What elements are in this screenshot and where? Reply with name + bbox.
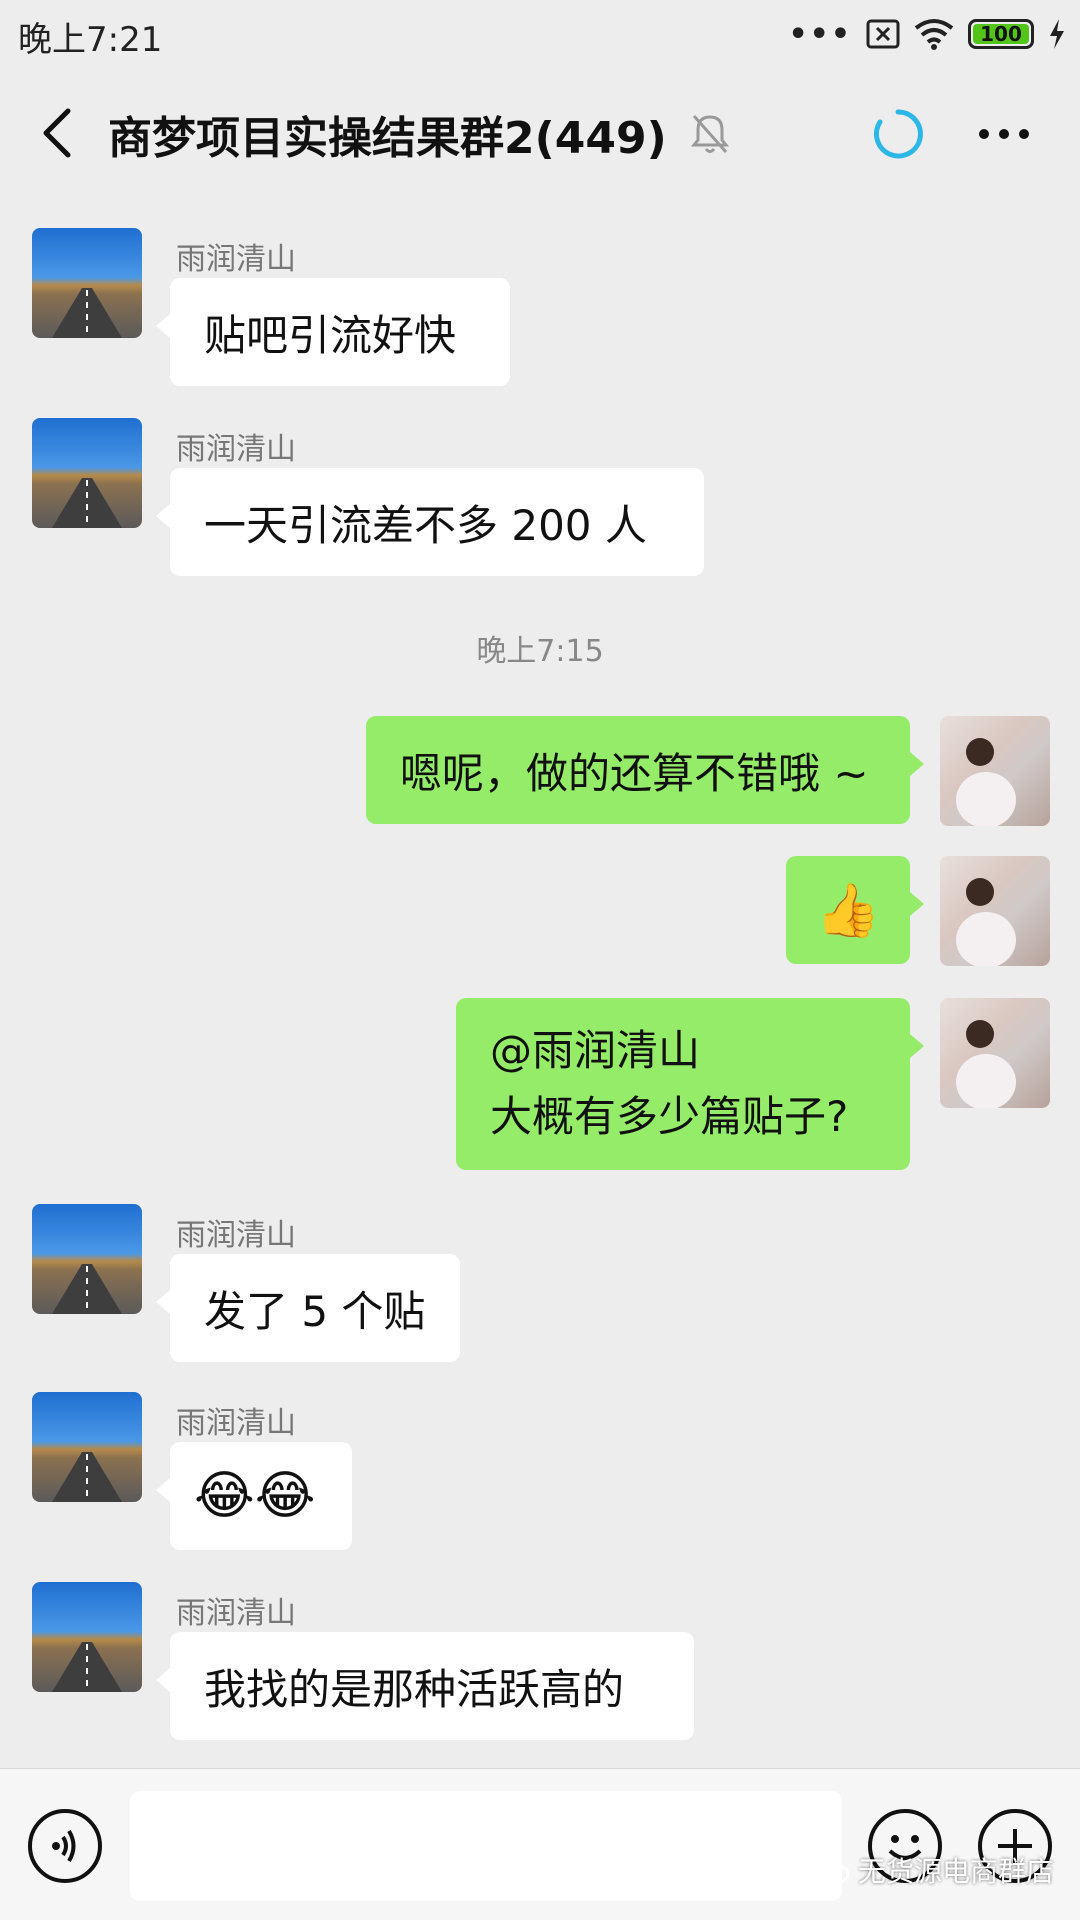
mention-text: @雨润清山 xyxy=(490,1026,701,1075)
sender-name: 雨润清山 xyxy=(176,1218,296,1253)
avatar[interactable] xyxy=(32,228,142,338)
no-sim-icon xyxy=(866,19,900,49)
input-bar xyxy=(0,1768,1080,1920)
thumbs-up-emoji: 👍 xyxy=(815,880,881,941)
self-avatar[interactable] xyxy=(940,716,1050,826)
loading-spinner-icon xyxy=(873,109,923,159)
back-button[interactable] xyxy=(30,103,90,163)
more-options-button[interactable] xyxy=(974,112,1034,156)
status-icons: ••• 100 xyxy=(788,14,1066,54)
sender-name: 雨润清山 xyxy=(176,1596,296,1631)
message-bubble[interactable]: 我找的是那种活跃高的 xyxy=(156,1632,694,1740)
watermark: 无货源电商群店 xyxy=(814,1850,1054,1890)
avatar[interactable] xyxy=(32,418,142,528)
charging-icon xyxy=(1050,19,1064,49)
chat-title: 商梦项目实操结果群2(449) xyxy=(108,113,667,164)
voice-icon xyxy=(52,1829,76,1863)
message-text: 大概有多少篇贴子? xyxy=(490,1092,849,1141)
wechat-logo-icon xyxy=(814,1855,850,1884)
message-bubble-self[interactable]: @雨润清山 大概有多少篇贴子? xyxy=(456,998,924,1170)
message-text: 一天引流差不多 200 人 xyxy=(204,500,647,550)
battery-level: 100 xyxy=(980,22,1022,46)
more-notifications-icon: ••• xyxy=(788,16,852,52)
message-bubble-self[interactable]: 嗯呢，做的还算不错哦 ~ xyxy=(366,716,924,824)
mute-bell-icon xyxy=(690,115,730,153)
status-time: 晚上7:21 xyxy=(18,20,163,60)
message-text: 嗯呢，做的还算不错哦 ~ xyxy=(400,748,869,798)
message-bubble-self[interactable]: 👍 xyxy=(786,856,924,964)
sender-name: 雨润清山 xyxy=(176,1406,296,1441)
self-avatar[interactable] xyxy=(940,856,1050,966)
message-text: 我找的是那种活跃高的 xyxy=(204,1664,625,1714)
message-input[interactable] xyxy=(130,1791,842,1901)
avatar[interactable] xyxy=(32,1582,142,1692)
message-timestamp: 晚上7:15 xyxy=(476,634,604,669)
title-bar: 商梦项目实操结果群2(449) xyxy=(0,68,1080,198)
wifi-icon xyxy=(914,19,954,50)
message-bubble[interactable]: 😂😂 xyxy=(156,1442,352,1550)
self-avatar[interactable] xyxy=(940,998,1050,1108)
avatar[interactable] xyxy=(32,1204,142,1314)
watermark-text: 无货源电商群店 xyxy=(857,1855,1054,1888)
voice-input-button[interactable] xyxy=(28,1809,102,1883)
message-text: 发了 5 个贴 xyxy=(204,1286,426,1336)
laughing-emoji: 😂😂 xyxy=(194,1466,316,1526)
sender-name: 雨润清山 xyxy=(176,242,296,277)
avatar[interactable] xyxy=(32,1392,142,1502)
message-bubble[interactable]: 发了 5 个贴 xyxy=(156,1254,460,1362)
message-bubble[interactable]: 贴吧引流好快 xyxy=(156,278,510,386)
message-text: 贴吧引流好快 xyxy=(204,310,457,360)
sender-name: 雨润清山 xyxy=(176,432,296,467)
message-bubble[interactable]: 一天引流差不多 200 人 xyxy=(156,468,704,576)
status-bar: 晚上7:21 ••• 100 xyxy=(0,0,1080,68)
battery-icon: 100 xyxy=(968,19,1034,49)
